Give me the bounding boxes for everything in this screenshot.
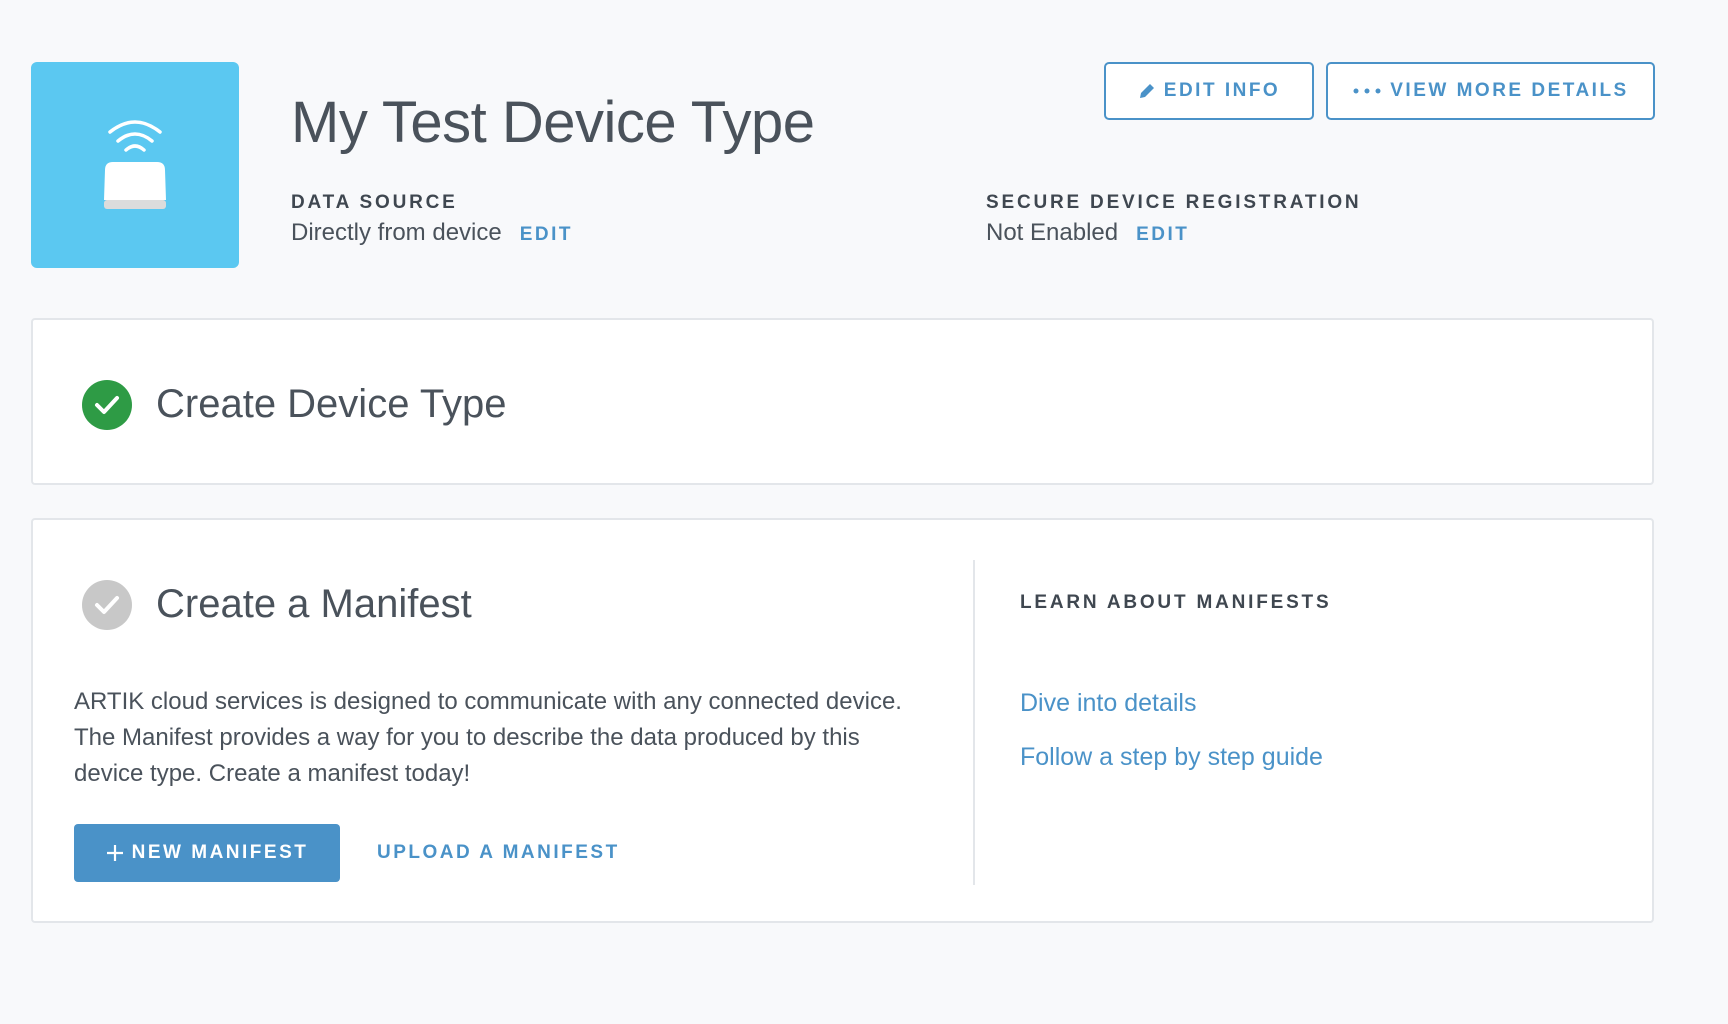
view-more-details-button[interactable]: VIEW MORE DETAILS [1326, 62, 1655, 120]
pencil-icon [1139, 84, 1154, 98]
secure-registration-edit-link[interactable]: EDIT [1136, 224, 1189, 246]
upload-manifest-button[interactable]: UPLOAD A MANIFEST [377, 824, 620, 882]
manifest-description: ARTIK cloud services is designed to comm… [74, 688, 902, 787]
learn-about-manifests-heading: LEARN ABOUT MANIFESTS [1020, 592, 1332, 613]
secure-registration-row: Not Enabled EDIT [986, 219, 1189, 247]
step-card-create-device-type: Create Device Type [31, 318, 1654, 485]
step-card-create-manifest: Create a Manifest ARTIK cloud services i… [31, 518, 1654, 923]
router-wifi-icon [104, 120, 166, 209]
device-type-image [31, 62, 239, 268]
check-circle-icon [82, 380, 132, 430]
page-title: My Test Device Type [291, 90, 815, 155]
check-circle-icon [82, 580, 132, 630]
new-manifest-label: NEW MANIFEST [131, 842, 309, 863]
step-by-step-guide-link[interactable]: Follow a step by step guide [1020, 743, 1323, 772]
ellipsis-icon [1353, 88, 1381, 94]
plus-icon [106, 845, 123, 861]
data-source-edit-link[interactable]: EDIT [520, 224, 573, 246]
view-more-details-label: VIEW MORE DETAILS [1390, 80, 1629, 101]
data-source-label: DATA SOURCE [291, 192, 458, 213]
new-manifest-button[interactable]: NEW MANIFEST [74, 824, 340, 882]
data-source-value: Directly from device [291, 219, 502, 246]
dive-into-details-link[interactable]: Dive into details [1020, 689, 1196, 718]
vertical-divider [973, 560, 975, 885]
step-title: Create Device Type [156, 382, 507, 426]
secure-registration-label: SECURE DEVICE REGISTRATION [986, 192, 1362, 213]
step-title: Create a Manifest [156, 582, 472, 626]
edit-info-label: EDIT INFO [1163, 80, 1281, 101]
data-source-row: Directly from device EDIT [291, 219, 573, 247]
secure-registration-value: Not Enabled [986, 219, 1119, 246]
edit-info-button[interactable]: EDIT INFO [1104, 62, 1314, 120]
